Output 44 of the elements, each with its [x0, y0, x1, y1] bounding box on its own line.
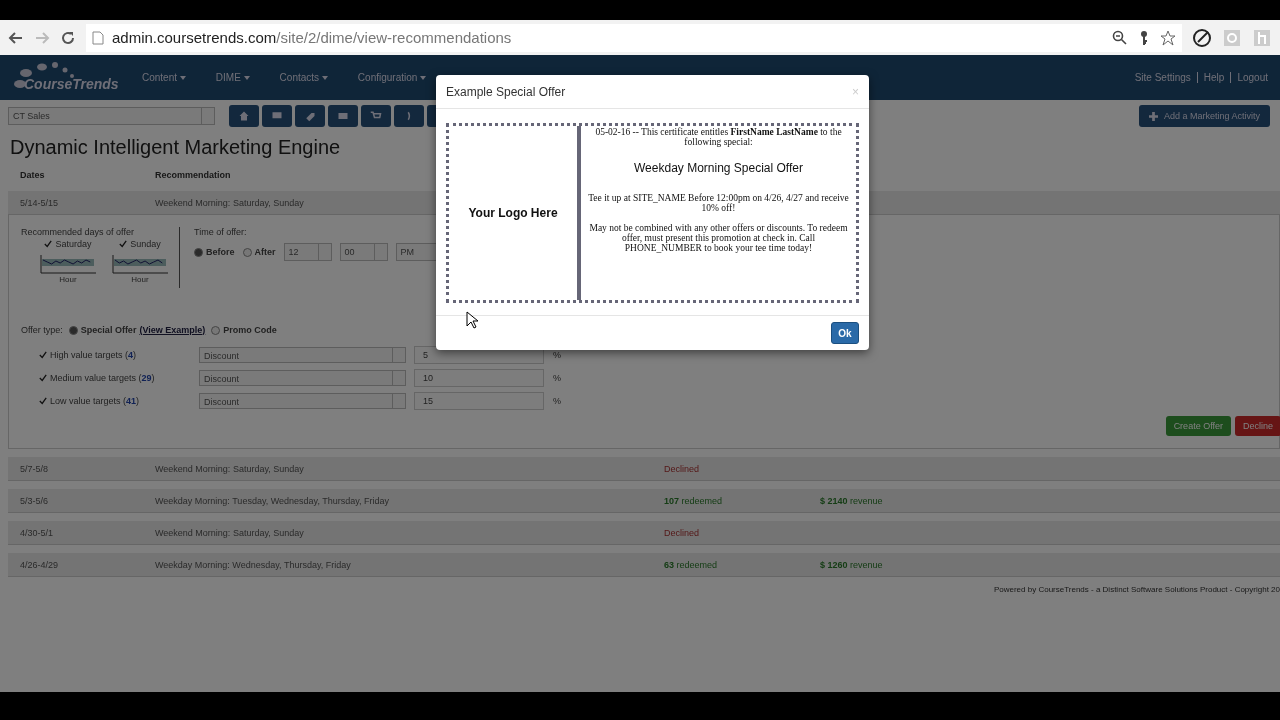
radio-label: Special Offer [80, 325, 137, 335]
row-recommendation: Weekend Morning: Saturday, Sunday [155, 197, 304, 208]
target-label: High value targets (4) [50, 349, 137, 360]
day-label: Saturday [55, 239, 92, 249]
offer-heading: Weekday Morning Special Offer [633, 161, 804, 175]
row-dates: 4/26-4/29 [20, 559, 59, 570]
axis-label: Hour [59, 275, 77, 284]
row-dates: 5/14-5/15 [20, 197, 59, 208]
unit-label: % [553, 372, 561, 383]
row-status: Declined [664, 463, 700, 474]
radio-label: After [254, 247, 276, 257]
row-recommendation: Weekend Morning: Saturday, Sunday [155, 463, 304, 474]
days-label: Recommended days of offer [21, 227, 135, 237]
unit-label: % [553, 395, 561, 406]
terms-text: May not be combined with any other offers or discounts. To redeem offer, must present this promotion at check in. Call PHONE_NUMBER to book your tee time today! [588, 223, 849, 253]
logo-box: Your Logo Here [449, 126, 581, 300]
modal-title: Example Special Offer [446, 84, 566, 99]
target-label: Medium value targets (29) [50, 372, 155, 383]
target-label: Low value targets (41) [50, 395, 140, 406]
unit-label: % [553, 349, 561, 360]
url-text: admin.coursetrends.com/site/2/dime/view-recommendations [112, 29, 513, 46]
row-revenue: $ 1260 revenue [820, 559, 883, 570]
row-recommendation: Weekday Morning: Wednesday, Thursday, Friday [155, 559, 351, 570]
row-dates: 4/30-5/1 [20, 527, 54, 538]
column-header: Recommendation [155, 170, 231, 180]
time-label: Time of offer: [194, 227, 248, 237]
footer-text: Powered by CourseTrends - a Distinct Software Solutions Product - Copyright 20 [993, 585, 1280, 594]
offer-text: Tee it up at SITE_NAME Before 12:00pm on 4/26, 4/27 and receive 10% off! [587, 193, 850, 213]
row-recommendation: Weekday Morning: Tuesday, Wednesday, Thursday, Friday [155, 495, 390, 506]
row-recommendation: Weekend Morning: Saturday, Sunday [155, 527, 304, 538]
page-title: Dynamic Intelligent Marketing Engine [10, 136, 341, 159]
row-status: Declined [664, 527, 700, 538]
certificate-intro: 05-02-16 -- This certificate entitles FirstName LastName to the following special: [594, 127, 843, 147]
day-label: Sunday [130, 239, 161, 249]
row-dates: 5/7-5/8 [20, 463, 49, 474]
radio-label: Promo Code [223, 325, 277, 335]
offer-type-label: Offer type: [21, 325, 63, 335]
row-status: 107 redeemed [664, 495, 723, 506]
row-revenue: $ 2140 revenue [820, 495, 883, 506]
row-dates: 5/3-5/6 [20, 495, 49, 506]
radio-label: Before [206, 247, 235, 257]
column-header: Dates [20, 170, 45, 180]
axis-label: Hour [131, 275, 149, 284]
row-status: 63 redeemed [664, 559, 718, 570]
